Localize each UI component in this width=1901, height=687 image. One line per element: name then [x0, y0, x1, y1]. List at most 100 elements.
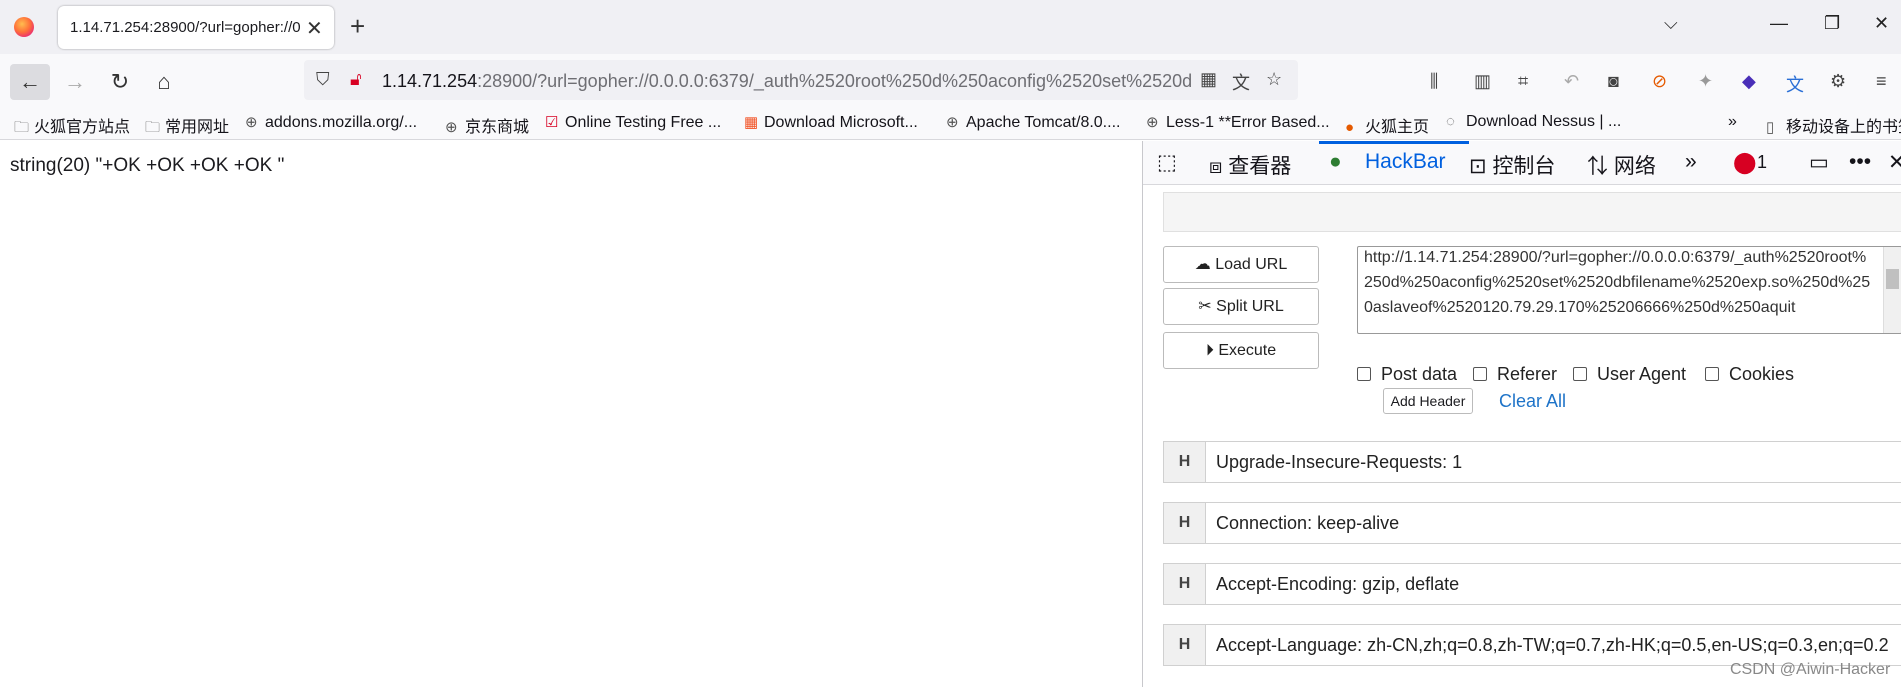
firefox-icon: ● [1345, 119, 1355, 136]
folder-icon: 🗀︎ [14, 119, 30, 136]
dock-icon[interactable]: ▭ [1809, 150, 1829, 175]
tab-active[interactable]: 1.14.71.254:28900/?url=gopher://0.0.0.0:… [58, 6, 334, 49]
window-close-button[interactable]: ✕ [1874, 13, 1889, 34]
puzzle-extension-icon[interactable]: ✦ [1698, 71, 1713, 92]
insecure-lock-icon[interactable]: 🔓︎ [350, 69, 362, 90]
page-output: string(20) "+OK +OK +OK +OK " [10, 155, 285, 176]
bookmark-item[interactable]: ▦ Download Microsoft... [744, 113, 918, 132]
forward-button[interactable]: → [55, 64, 95, 100]
hackbar-top-bar [1163, 192, 1901, 232]
close-icon[interactable]: ✕ [306, 16, 323, 41]
bookmark-item[interactable]: ◌ Download Nessus | ... [1446, 113, 1621, 131]
header-value[interactable]: Accept-Language: zh-CN,zh;q=0.8,zh-TW;q=… [1216, 635, 1889, 656]
header-toggle[interactable]: H [1164, 625, 1206, 665]
bookmark-item[interactable]: ☑ Online Testing Free ... [545, 113, 721, 132]
checkbox-box[interactable] [1473, 367, 1487, 381]
element-picker-icon[interactable]: ⬚ [1157, 150, 1177, 175]
translate-extension-icon[interactable]: 文 [1786, 71, 1804, 97]
microsoft-icon: ▦ [744, 114, 759, 131]
bookmark-item[interactable]: ⊕ Less-1 **Error Based... [1146, 113, 1330, 132]
reload-button[interactable]: ↻ [100, 64, 140, 100]
extensions-icon[interactable]: ⚙ [1830, 71, 1846, 92]
sidebar-icon[interactable]: ▥ [1474, 71, 1491, 92]
header-row[interactable]: H Connection: keep-alive [1163, 502, 1901, 544]
cloud-download-icon: ☁ [1194, 256, 1211, 273]
watermark: CSDN @Aiwin-Hacker [1730, 661, 1891, 678]
load-url-button[interactable]: ☁ Load URL [1163, 246, 1319, 283]
restore-button[interactable]: ❐ [1824, 13, 1840, 34]
header-toggle[interactable]: H [1164, 564, 1206, 604]
menu-icon[interactable]: ≡ [1876, 71, 1887, 92]
header-value[interactable]: Upgrade-Insecure-Requests: 1 [1216, 452, 1462, 473]
bookmark-star-icon[interactable]: ☆ [1266, 69, 1282, 90]
more-options-icon[interactable]: ••• [1849, 150, 1871, 174]
tab-console[interactable]: ⊡ 控制台 [1469, 150, 1555, 180]
post-data-checkbox[interactable]: Post data [1357, 364, 1457, 385]
bookmark-item[interactable]: 🗀︎ 常用网址 [145, 113, 229, 142]
bookmark-item[interactable]: ⊕ addons.mozilla.org/... [245, 113, 417, 132]
tab-hackbar[interactable]: HackBar [1365, 150, 1446, 174]
firefox-icon [14, 17, 34, 37]
url-bar[interactable]: ⛉ 🔓︎ 1.14.71.254:28900/?url=gopher://0.0… [304, 60, 1298, 100]
checkbox-box[interactable] [1705, 367, 1719, 381]
shield-icon[interactable]: ⛉ [316, 69, 330, 90]
url-textarea[interactable]: http://1.14.71.254:28900/?url=gopher://0… [1357, 246, 1901, 334]
user-agent-checkbox[interactable]: User Agent [1573, 364, 1686, 385]
translate-icon[interactable]: 文 [1232, 69, 1250, 95]
textarea-scrollbar[interactable] [1883, 247, 1901, 333]
tab-inspector[interactable]: ⧈ 查看器 [1209, 150, 1291, 180]
cookies-checkbox[interactable]: Cookies [1705, 364, 1794, 385]
header-value[interactable]: Connection: keep-alive [1216, 513, 1399, 534]
header-toggle[interactable]: H [1164, 442, 1206, 482]
tab-network[interactable]: ⇅ 网络 [1587, 150, 1656, 180]
hackbar-body: ☁ Load URL ✂ Split URL ⏵ Execute http://… [1143, 186, 1901, 687]
header-row[interactable]: H Accept-Language: zh-CN,zh;q=0.8,zh-TW;… [1163, 624, 1901, 666]
checkbox-box[interactable] [1573, 367, 1587, 381]
bookmark-item[interactable]: ⊕ Apache Tomcat/8.0.... [946, 113, 1120, 132]
bookmark-item[interactable]: ▯移动设备上的书签 [1766, 113, 1901, 137]
mobile-icon: ▯ [1766, 119, 1775, 136]
checkbox-box[interactable] [1357, 367, 1371, 381]
home-button[interactable]: ⌂ [144, 64, 184, 100]
folder-icon: 🗀︎ [145, 119, 161, 136]
undo-icon[interactable]: ↶ [1564, 71, 1579, 92]
block-extension-icon[interactable]: ⊘ [1652, 71, 1667, 92]
url-textarea-value[interactable]: http://1.14.71.254:28900/?url=gopher://0… [1364, 247, 1874, 320]
header-value[interactable]: Accept-Encoding: gzip, deflate [1216, 574, 1459, 595]
diamond-extension-icon[interactable]: ◆ [1742, 71, 1756, 92]
bookmark-item[interactable]: ● 火狐主页 [1345, 113, 1429, 137]
globe-icon: ⊕ [445, 119, 458, 136]
bookmark-item[interactable]: 🗀︎ 火狐官方站点 [14, 113, 130, 142]
extension-mask-icon[interactable]: ◙ [1608, 71, 1619, 92]
tab-bar: 1.14.71.254:28900/?url=gopher://0.0.0.0:… [0, 0, 1901, 54]
close-devtools-icon[interactable]: ✕ [1888, 150, 1901, 175]
header-row[interactable]: H Accept-Encoding: gzip, deflate [1163, 563, 1901, 605]
play-icon: ⏵ [1205, 342, 1214, 359]
clear-all-link[interactable]: Clear All [1499, 391, 1566, 412]
crop-icon[interactable]: ⌗ [1518, 71, 1528, 92]
split-url-button[interactable]: ✂ Split URL [1163, 288, 1319, 325]
more-bookmarks-icon[interactable]: » [1728, 113, 1737, 131]
back-button[interactable]: ← [10, 64, 50, 100]
bookmarks-bar: 🗀︎ 火狐官方站点 🗀︎ 常用网址 ⊕ addons.mozilla.org/... … [0, 106, 1901, 140]
add-header-button[interactable]: Add Header [1383, 388, 1473, 414]
header-toggle[interactable]: H [1164, 503, 1206, 543]
error-icon[interactable]: ⬤ [1733, 150, 1757, 175]
tab-title: 1.14.71.254:28900/?url=gopher://0.0.0.0:… [70, 19, 302, 36]
scrollbar-thumb[interactable] [1886, 269, 1899, 289]
page-content: string(20) "+OK +OK +OK +OK " [0, 141, 1142, 687]
active-tab-indicator [1319, 141, 1469, 144]
globe-icon: ⊕ [245, 114, 258, 131]
more-tabs-icon[interactable]: » [1685, 150, 1697, 174]
library-icon[interactable]: ⫼ [1430, 71, 1438, 92]
referer-checkbox[interactable]: Referer [1473, 364, 1557, 385]
url-text[interactable]: 1.14.71.254:28900/?url=gopher://0.0.0.0:… [382, 71, 1192, 92]
list-tabs-icon[interactable]: ⌵ [1664, 13, 1678, 34]
new-tab-button[interactable]: + [350, 11, 365, 42]
qr-code-icon[interactable]: ▦ [1200, 69, 1217, 90]
header-row[interactable]: H Upgrade-Insecure-Requests: 1 [1163, 441, 1901, 483]
bookmark-item[interactable]: ⊕ 京东商城 [445, 113, 529, 137]
minimize-button[interactable]: — [1770, 13, 1788, 34]
scissors-icon: ✂ [1198, 298, 1212, 315]
execute-button[interactable]: ⏵ Execute [1163, 332, 1319, 369]
